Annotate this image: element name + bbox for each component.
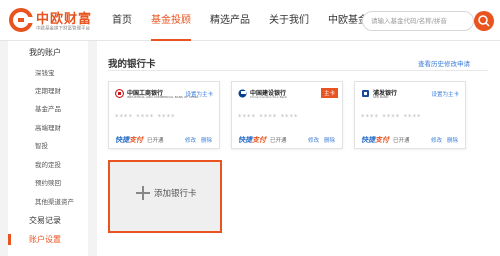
delete-card-button[interactable]: 删除	[201, 136, 212, 144]
card-number: **** **** ****	[361, 113, 422, 121]
main-card-badge: 主卡	[320, 88, 338, 98]
sidebar-item-fund-products[interactable]: 基金产品	[35, 103, 61, 113]
edit-card-button[interactable]: 修改	[308, 136, 319, 144]
plus-icon	[136, 186, 150, 200]
bank-card: 中国建设银行 China Construction Bank 主卡 **** *…	[231, 81, 343, 149]
card-header: 中国工商银行 INDUSTRIAL AND COMMERCIAL BANK OF…	[109, 82, 219, 104]
page-title: 我的银行卡	[108, 59, 156, 70]
card-footer: 快捷支付 已开通 修改 删除	[109, 129, 219, 149]
search-input[interactable]: 请输入基金代码/名称/拼音	[362, 11, 474, 31]
edit-card-button[interactable]: 修改	[431, 136, 442, 144]
nav-fund-advisory[interactable]: 基金投顾	[151, 0, 191, 41]
main-nav: 首页 基金投顾 精选产品 关于我们 中欧基金	[112, 0, 387, 41]
status-text: 已开通	[393, 138, 410, 144]
bank-name-en: China Construction Bank	[250, 95, 288, 99]
delete-card-button[interactable]: 删除	[447, 136, 458, 144]
bank-card: 浦发银行 SPD BANK 设置为主卡 **** **** **** 快捷支付 …	[354, 81, 466, 149]
delete-card-button[interactable]: 删除	[324, 136, 335, 144]
bank-card: 中国工商银行 INDUSTRIAL AND COMMERCIAL BANK OF…	[108, 81, 220, 149]
card-footer: 快捷支付 已开通 修改 删除	[232, 129, 342, 149]
add-bank-card-button[interactable]: 添加银行卡	[108, 160, 222, 233]
history-link[interactable]: 查看历史修改申请	[418, 58, 470, 68]
sidebar-item-fixed-term[interactable]: 定期理财	[35, 85, 61, 95]
brand-tagline: 中欧基金旗下财富管理平台	[36, 25, 91, 32]
set-main-card-button[interactable]: 设置为主卡	[431, 90, 459, 98]
quick-pay-logo: 快捷支付	[361, 136, 389, 144]
card-header: 中国建设银行 China Construction Bank 主卡	[232, 82, 342, 104]
add-card-label: 添加银行卡	[154, 189, 197, 199]
icbc-logo-icon	[115, 89, 124, 98]
search-icon	[478, 15, 490, 27]
card-header: 浦发银行 SPD BANK 设置为主卡	[355, 82, 465, 104]
sidebar-item-high-end[interactable]: 高端理财	[35, 122, 61, 132]
zhongou-logo-icon[interactable]	[9, 8, 33, 32]
status-text: 已开通	[147, 138, 164, 144]
sidebar-trade-records[interactable]: 交易记录	[29, 215, 61, 226]
nav-about-us[interactable]: 关于我们	[269, 0, 309, 41]
card-number: **** **** ****	[115, 113, 176, 121]
card-footer: 快捷支付 已开通 修改 删除	[355, 129, 465, 149]
card-number: **** **** ****	[238, 113, 299, 121]
main-panel: 我的银行卡 查看历史修改申请 中国工商银行 INDUSTRIAL AND COM…	[97, 41, 500, 256]
set-main-card-button[interactable]: 设置为主卡	[185, 90, 213, 98]
sidebar-my-account[interactable]: 我的账户	[29, 47, 61, 58]
quick-pay-logo: 快捷支付	[238, 136, 266, 144]
account-sidebar: 我的账户 深钱宝 定期理财 基金产品 高端理财 智投 我的定投 预约赎回 其他渠…	[8, 41, 88, 256]
search-button[interactable]	[474, 11, 494, 31]
sidebar-item-my-plans[interactable]: 我的定投	[35, 159, 61, 169]
quick-pay-logo: 快捷支付	[115, 136, 143, 144]
active-indicator	[8, 234, 11, 245]
ccb-logo-icon	[238, 89, 247, 98]
status-text: 已开通	[270, 138, 287, 144]
nav-featured-products[interactable]: 精选产品	[210, 0, 250, 41]
bank-name-en: SPD BANK	[373, 95, 389, 99]
sidebar-item-other-channel-assets[interactable]: 其他渠道资产	[35, 196, 74, 206]
sidebar-item-scheduled-redemption[interactable]: 预约赎回	[35, 177, 61, 187]
sidebar-item-shenqianbao[interactable]: 深钱宝	[35, 67, 55, 77]
spdb-logo-icon	[362, 90, 369, 97]
nav-home[interactable]: 首页	[112, 0, 132, 41]
top-header: 中欧财富 中欧基金旗下财富管理平台 首页 基金投顾 精选产品 关于我们 中欧基金…	[0, 0, 500, 41]
sidebar-account-settings[interactable]: 账户设置	[29, 234, 61, 245]
title-divider	[108, 70, 488, 71]
edit-card-button[interactable]: 修改	[185, 136, 196, 144]
sidebar-item-smart-invest[interactable]: 智投	[35, 140, 48, 150]
